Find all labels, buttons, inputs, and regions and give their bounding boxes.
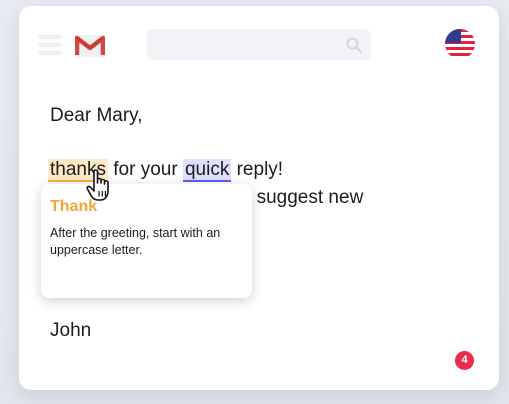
email-compose-card: Dear Mary, thanks for your quick reply! … (19, 6, 499, 390)
us-flag-icon[interactable] (444, 28, 476, 60)
hand-pointer-icon (86, 169, 109, 201)
email-line-1-end: reply! (231, 159, 284, 180)
email-greeting[interactable]: Dear Mary, (50, 104, 143, 128)
email-line-1-mid: for your (107, 159, 183, 180)
email-signature[interactable]: John (50, 319, 91, 343)
stage-background: Dear Mary, thanks for your quick reply! … (0, 0, 509, 404)
mail-toolbar (19, 6, 499, 82)
search-icon[interactable] (346, 37, 362, 53)
suggestion-tooltip[interactable]: Thank After the greeting, start with an … (41, 184, 252, 298)
email-line-2-fragment[interactable]: ) suggest new (245, 187, 363, 209)
notification-count-badge[interactable]: 4 (455, 351, 474, 370)
flagged-word-quick[interactable]: quick (182, 159, 232, 182)
tooltip-explanation: After the greeting, start with an upperc… (50, 226, 221, 257)
gmail-logo-icon[interactable] (75, 33, 105, 59)
search-input[interactable] (147, 29, 371, 60)
hamburger-menu-icon[interactable] (38, 35, 62, 55)
